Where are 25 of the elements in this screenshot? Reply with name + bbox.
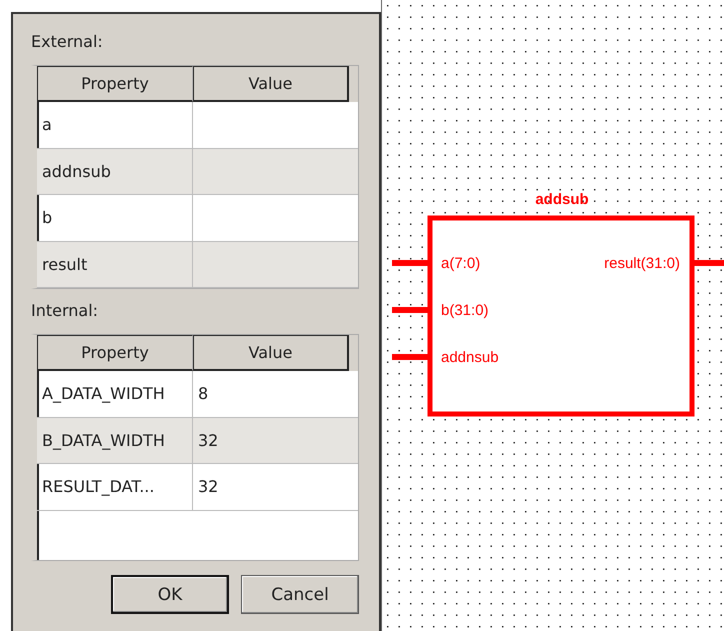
table-cell: A_DATA_WIDTH [37, 371, 193, 416]
pin-line[interactable] [692, 260, 724, 266]
column-header[interactable]: Property [37, 335, 193, 371]
pin-label: a(7:0) [441, 255, 480, 272]
table-cell: 8 [198, 384, 208, 404]
section-label: External: [31, 32, 104, 53]
column-header[interactable]: Value [193, 335, 349, 371]
pin-label: result(31:0) [604, 255, 680, 272]
table-cell: result [37, 242, 193, 287]
pin-label: b(31:0) [441, 302, 489, 319]
dialog-button[interactable]: Cancel [241, 575, 359, 614]
pin-label: addnsub [441, 349, 499, 366]
section-label: Internal: [31, 301, 100, 322]
table-cell: RESULT_DAT... [37, 464, 193, 510]
table-cell: 32 [198, 477, 218, 496]
symbol-block[interactable] [428, 216, 694, 416]
column-header[interactable]: Property [37, 66, 193, 102]
table-cell: B_DATA_WIDTH [37, 418, 193, 463]
table-cell: a [37, 102, 193, 148]
table-cell: addnsub [37, 148, 193, 194]
table-cell: 32 [198, 430, 218, 450]
symbol-title: addsub [535, 191, 589, 208]
dialog-button[interactable]: OK [111, 575, 229, 614]
table-cell: b [37, 195, 193, 240]
column-header[interactable]: Value [193, 66, 349, 102]
